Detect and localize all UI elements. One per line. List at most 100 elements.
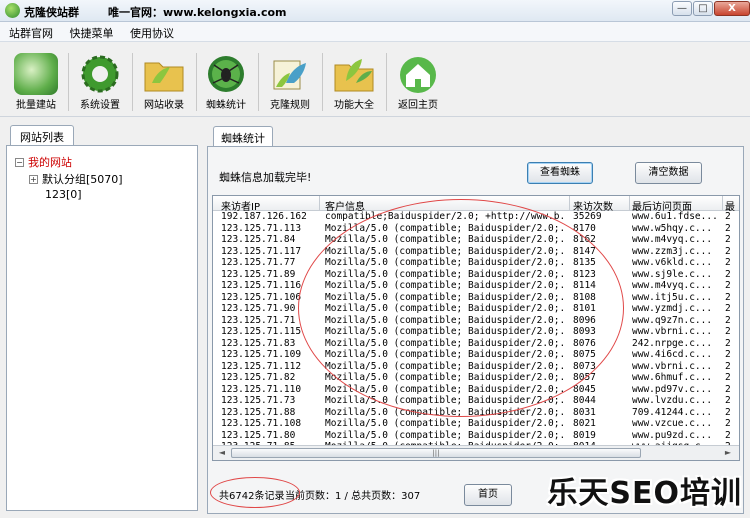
cell-last-page: www.pu9zd.c... — [632, 429, 713, 441]
cell-last: 2 — [725, 383, 731, 395]
site-tree-panel: − 我的网站 + 默认分组[5070] 123[0] — [6, 145, 198, 511]
column-divider[interactable] — [629, 196, 630, 211]
cell-last: 2 — [725, 234, 731, 245]
column-divider[interactable] — [569, 196, 570, 211]
toolbar-divider — [68, 53, 69, 111]
menu-item-quick-menu[interactable]: 快捷菜单 — [61, 22, 118, 41]
cell-last: 2 — [725, 303, 731, 314]
tree-node-123[interactable]: 123[0] — [45, 188, 82, 201]
toolbar-batch-build-button[interactable]: 批量建站 — [6, 47, 66, 115]
cell-last-page: www.m4vyq.c... — [632, 234, 713, 245]
toolbar-clone-rules-button[interactable]: 克隆规则 — [260, 47, 320, 115]
toolbar-settings-button[interactable]: 系统设置 — [70, 47, 130, 115]
toolbar-divider — [322, 53, 323, 111]
toolbar-divider — [258, 53, 259, 111]
toolbar-indexing-button[interactable]: 网站收录 — [134, 47, 194, 115]
tab-spider-stats[interactable]: 蜘蛛统计 — [213, 126, 273, 146]
globe-leaves-icon — [14, 53, 58, 95]
toolbar-home-button[interactable]: 返回主页 — [388, 47, 448, 115]
cell-last: 2 — [725, 418, 731, 429]
cell-visit-count: 8045 — [573, 383, 596, 395]
toolbar-label: 功能大全 — [334, 100, 374, 111]
cell-ip: 123.125.71.82 — [221, 372, 296, 383]
cell-visit-count: 8019 — [573, 429, 596, 441]
window-slogan: 唯一官网：www.kelongxia.com — [108, 6, 287, 19]
cell-last: 2 — [725, 222, 731, 234]
cell-last: 2 — [725, 372, 731, 383]
table-row[interactable]: 123.125.71.80 Mozilla/5.0 (compatible; Ba… — [213, 429, 739, 442]
menu-bar: 站群官网 快捷菜单 使用协议 — [0, 22, 750, 42]
cell-last: 2 — [725, 291, 731, 303]
cell-last-page: 242.nrpge.c... — [632, 337, 713, 349]
cell-last: 2 — [725, 314, 731, 326]
cell-last-page: www.w5hqy.c... — [632, 222, 713, 234]
highlight-ellipse — [210, 477, 300, 508]
cell-last: 2 — [725, 406, 731, 418]
column-divider[interactable] — [722, 196, 723, 211]
folder-plant-icon — [332, 53, 376, 95]
tree-node-my-sites[interactable]: − 我的网站 — [15, 154, 72, 170]
toolbar-label: 网站收录 — [144, 100, 184, 111]
cell-visit-count: 8170 — [573, 222, 596, 234]
cell-last-page: www.v6kld.c... — [632, 257, 713, 268]
toolbar-label: 返回主页 — [398, 100, 438, 111]
cell-last: 2 — [725, 337, 731, 349]
table-row[interactable]: 123.125.71.108 Mozilla/5.0 (compatible; B… — [213, 418, 739, 430]
cell-last-page: www.sj9le.c... — [632, 268, 713, 280]
cell-ip: 123.125.71.112 — [221, 360, 302, 372]
toolbar: 批量建站 系统设置 网站收录 蜘蛛统计 克隆规则 功能大全 返回主页 — [0, 43, 750, 117]
cell-ip: 123.125.71.108 — [221, 418, 302, 429]
cell-ip: 123.125.71.109 — [221, 349, 302, 360]
scroll-right-icon[interactable]: ► — [721, 447, 735, 459]
expand-icon[interactable]: + — [29, 175, 38, 184]
scroll-left-icon[interactable]: ◄ — [215, 447, 229, 459]
tree-node-label: 默认分组[5070] — [42, 173, 123, 186]
tree-node-default-group[interactable]: + 默认分组[5070] — [29, 171, 123, 187]
cell-last-page: www.pd97v.c... — [632, 383, 713, 395]
highlight-ellipse — [298, 199, 624, 417]
cell-last: 2 — [725, 395, 731, 406]
column-divider[interactable] — [319, 196, 320, 211]
menu-item-official-site[interactable]: 站群官网 — [0, 22, 57, 41]
toolbar-label: 克隆规则 — [270, 100, 310, 111]
view-spider-button[interactable]: 查看蜘蛛 — [527, 162, 593, 184]
toolbar-features-button[interactable]: 功能大全 — [324, 47, 384, 115]
watermark-text: 乐天SEO培训 — [547, 476, 742, 511]
tab-site-list[interactable]: 网站列表 — [10, 125, 74, 145]
tree-node-label: 我的网站 — [28, 156, 72, 169]
cell-ip: 123.125.71.113 — [221, 222, 302, 234]
cell-last: 2 — [725, 268, 731, 280]
menu-item-agreement[interactable]: 使用协议 — [121, 22, 178, 41]
cell-ip: 123.125.71.80 — [221, 429, 296, 441]
window-title: 克隆侠站群 — [24, 6, 79, 19]
cell-last-page: www.lvzdu.c... — [632, 395, 713, 406]
load-status-text: 蜘蛛信息加载完毕! — [219, 171, 312, 184]
toolbar-label: 蜘蛛统计 — [206, 100, 246, 111]
toolbar-divider — [132, 53, 133, 111]
toolbar-spider-stats-button[interactable]: 蜘蛛统计 — [196, 47, 256, 115]
maximize-button[interactable]: □ — [693, 1, 713, 16]
cell-last-page: www.yzmdj.c... — [632, 303, 713, 314]
spider-stats-panel: 蜘蛛信息加载完毕! 查看蜘蛛 清空数据 来访者IP 客户信息 来访次数 最后访问… — [207, 146, 744, 514]
first-page-button[interactable]: 首页 — [464, 484, 512, 506]
cell-ip: 123.125.71.77 — [221, 257, 296, 268]
clear-data-button[interactable]: 清空数据 — [635, 162, 702, 184]
cell-last: 2 — [725, 429, 731, 441]
cell-visit-count: 35269 — [573, 211, 602, 222]
cell-last-page: www.6hmuf.c... — [632, 372, 713, 383]
cell-last-page: www.q9z7n.c... — [632, 314, 713, 326]
cell-last-page: www.6u1.fdse... — [632, 211, 718, 222]
cell-visit-count: 8031 — [573, 406, 596, 418]
horizontal-scrollbar[interactable]: ◄ ||| ► — [213, 445, 739, 460]
toolbar-label: 批量建站 — [16, 100, 56, 111]
close-button[interactable]: X — [714, 1, 750, 16]
cell-last: 2 — [725, 245, 731, 257]
collapse-icon[interactable]: − — [15, 158, 24, 167]
scrollbar-thumb[interactable]: ||| — [231, 448, 641, 458]
cell-last-page: www.vbrni.c... — [632, 326, 713, 337]
cell-last-page: www.m4vyq.c... — [632, 280, 713, 291]
home-icon — [396, 53, 440, 95]
cell-last: 2 — [725, 211, 731, 222]
minimize-button[interactable]: — — [672, 1, 692, 16]
cell-last: 2 — [725, 349, 731, 360]
